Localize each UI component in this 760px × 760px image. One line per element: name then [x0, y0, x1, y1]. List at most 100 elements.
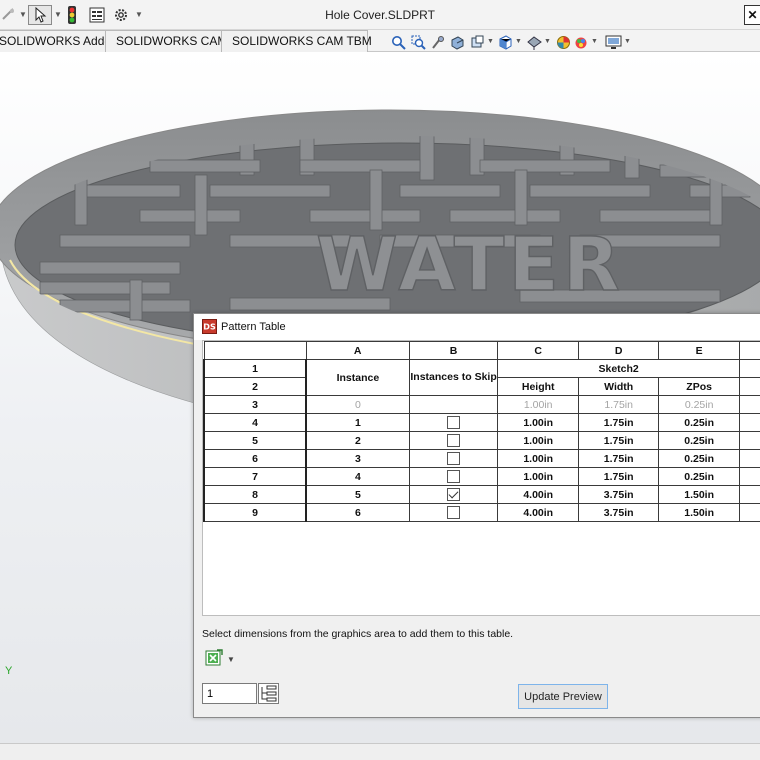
- status-bar: [0, 743, 760, 760]
- axis-y-label: Y: [5, 665, 13, 677]
- view-settings-dropdown-icon[interactable]: ▼: [624, 38, 631, 45]
- row-header-8[interactable]: 8: [203, 485, 308, 504]
- empty-cell: [738, 413, 760, 432]
- dialog-title-bar[interactable]: DS Pattern Table: [194, 314, 760, 340]
- row-header-9[interactable]: 9: [203, 503, 308, 522]
- svg-text:DS: DS: [203, 323, 216, 332]
- skip-checkbox[interactable]: [447, 506, 461, 519]
- instance-cell: 5: [305, 485, 410, 504]
- pattern-table-icon: DS: [202, 319, 217, 337]
- zpos-cell[interactable]: 0.25in: [658, 395, 740, 414]
- skip-checkbox[interactable]: [447, 452, 461, 465]
- table-row: 6 3 1.00in 1.75in 0.25in: [203, 449, 760, 468]
- export-to-excel-button[interactable]: ▼: [205, 648, 239, 670]
- corner-cell[interactable]: [203, 341, 307, 360]
- window-title: Hole Cover.SLDPRT: [325, 8, 435, 22]
- tab-solidworks-cam[interactable]: SOLIDWORKS CAM: [105, 30, 227, 52]
- tab-solidworks-cam-tbm[interactable]: SOLIDWORKS CAM TBM: [221, 30, 372, 52]
- dynamic-annotation-icon[interactable]: [469, 33, 485, 51]
- row-header-5[interactable]: 5: [203, 431, 308, 450]
- zpos-cell[interactable]: 0.25in: [658, 413, 740, 432]
- zoom-to-area-icon[interactable]: [410, 33, 426, 51]
- skip-cell: [408, 485, 499, 504]
- column-header-a[interactable]: A: [305, 341, 410, 360]
- instance-cell: 3: [305, 449, 410, 468]
- zpos-cell[interactable]: 1.50in: [658, 485, 740, 504]
- column-header-d[interactable]: D: [577, 341, 660, 360]
- empty-cell: [738, 431, 760, 450]
- skip-checkbox[interactable]: [447, 416, 461, 429]
- table-row: 8 5 4.00in 3.75in 1.50in: [203, 485, 760, 504]
- zpos-header: ZPos: [658, 377, 740, 396]
- display-dropdown-icon[interactable]: ▼: [544, 38, 551, 45]
- zpos-cell[interactable]: 1.50in: [658, 503, 740, 522]
- height-cell[interactable]: 4.00in: [497, 485, 579, 504]
- width-cell[interactable]: 3.75in: [577, 485, 660, 504]
- row-header-7[interactable]: 7: [203, 467, 308, 486]
- table-row: 7 4 1.00in 1.75in 0.25in: [203, 467, 760, 486]
- row-header-1[interactable]: 1: [203, 359, 308, 378]
- table-row: 9 6 4.00in 3.75in 1.50in: [203, 503, 760, 522]
- view-dropdown-icon[interactable]: ▼: [487, 38, 494, 45]
- skip-checkbox[interactable]: [447, 434, 461, 447]
- height-cell[interactable]: 1.00in: [497, 431, 579, 450]
- height-cell[interactable]: 4.00in: [497, 503, 579, 522]
- width-cell[interactable]: 1.75in: [577, 395, 660, 414]
- row-header-3[interactable]: 3: [203, 395, 308, 414]
- width-cell[interactable]: 1.75in: [577, 431, 660, 450]
- update-preview-button[interactable]: Update Preview: [518, 684, 608, 709]
- height-cell[interactable]: 1.00in: [497, 467, 579, 486]
- empty-cell: [738, 449, 760, 468]
- column-header-f[interactable]: [738, 341, 760, 360]
- zpos-cell[interactable]: 0.25in: [658, 467, 740, 486]
- column-header-b[interactable]: B: [408, 341, 499, 360]
- pattern-table-grid: A B C D E 1 Instance Instances to Skip S…: [202, 340, 760, 616]
- height-cell[interactable]: 1.00in: [497, 449, 579, 468]
- column-header-e[interactable]: E: [658, 341, 740, 360]
- table-row: 4 1 1.00in 1.75in 0.25in: [203, 413, 760, 432]
- excel-dropdown-icon[interactable]: ▼: [227, 655, 235, 664]
- section-view-icon[interactable]: [449, 33, 465, 51]
- skip-cell: [408, 413, 499, 432]
- empty-header-cell: [738, 377, 760, 396]
- display-style-icon[interactable]: [526, 33, 542, 51]
- tab-solidworks-add-ins[interactable]: SOLIDWORKS Add-Ins: [0, 30, 124, 52]
- orientation-dropdown-icon[interactable]: ▼: [515, 38, 522, 45]
- skip-cell: [408, 431, 499, 450]
- pattern-table-dialog: DS Pattern Table A B C D E 1 Instance In…: [193, 313, 760, 718]
- width-cell[interactable]: 3.75in: [577, 503, 660, 522]
- width-header: Width: [577, 377, 660, 396]
- skip-checkbox-checked[interactable]: [447, 488, 461, 501]
- embossed-water-text: WATER: [316, 222, 624, 308]
- height-cell[interactable]: 1.00in: [497, 413, 579, 432]
- instance-cell: 4: [305, 467, 410, 486]
- row-header-4[interactable]: 4: [203, 413, 308, 432]
- instance-cell: 0: [305, 395, 410, 414]
- view-settings-icon[interactable]: [604, 33, 622, 51]
- close-icon[interactable]: ✕: [744, 5, 760, 25]
- zoom-to-fit-icon[interactable]: [390, 33, 406, 51]
- edit-appearance-icon[interactable]: [573, 33, 589, 51]
- width-cell[interactable]: 1.75in: [577, 467, 660, 486]
- empty-cell: [738, 485, 760, 504]
- column-header-c[interactable]: C: [497, 341, 579, 360]
- appearance-dropdown-icon[interactable]: ▼: [591, 38, 598, 45]
- instance-count-input[interactable]: [202, 683, 257, 704]
- excel-icon: [205, 648, 223, 670]
- zpos-cell[interactable]: 0.25in: [658, 431, 740, 450]
- previous-view-icon[interactable]: [430, 33, 446, 51]
- row-header-2[interactable]: 2: [203, 377, 308, 396]
- instance-count-spin-icon[interactable]: [258, 683, 279, 704]
- skip-cell: [408, 449, 499, 468]
- zpos-cell[interactable]: 0.25in: [658, 449, 740, 468]
- width-cell[interactable]: 1.75in: [577, 449, 660, 468]
- skip-header: Instances to Skip: [408, 359, 499, 396]
- height-cell[interactable]: 1.00in: [497, 395, 579, 414]
- width-cell[interactable]: 1.75in: [577, 413, 660, 432]
- hide-show-items-icon[interactable]: [555, 33, 571, 51]
- skip-checkbox[interactable]: [447, 470, 461, 483]
- dialog-title: Pattern Table: [221, 321, 286, 333]
- empty-header-cell: [738, 359, 760, 378]
- row-header-6[interactable]: 6: [203, 449, 308, 468]
- view-orientation-icon[interactable]: [497, 33, 513, 51]
